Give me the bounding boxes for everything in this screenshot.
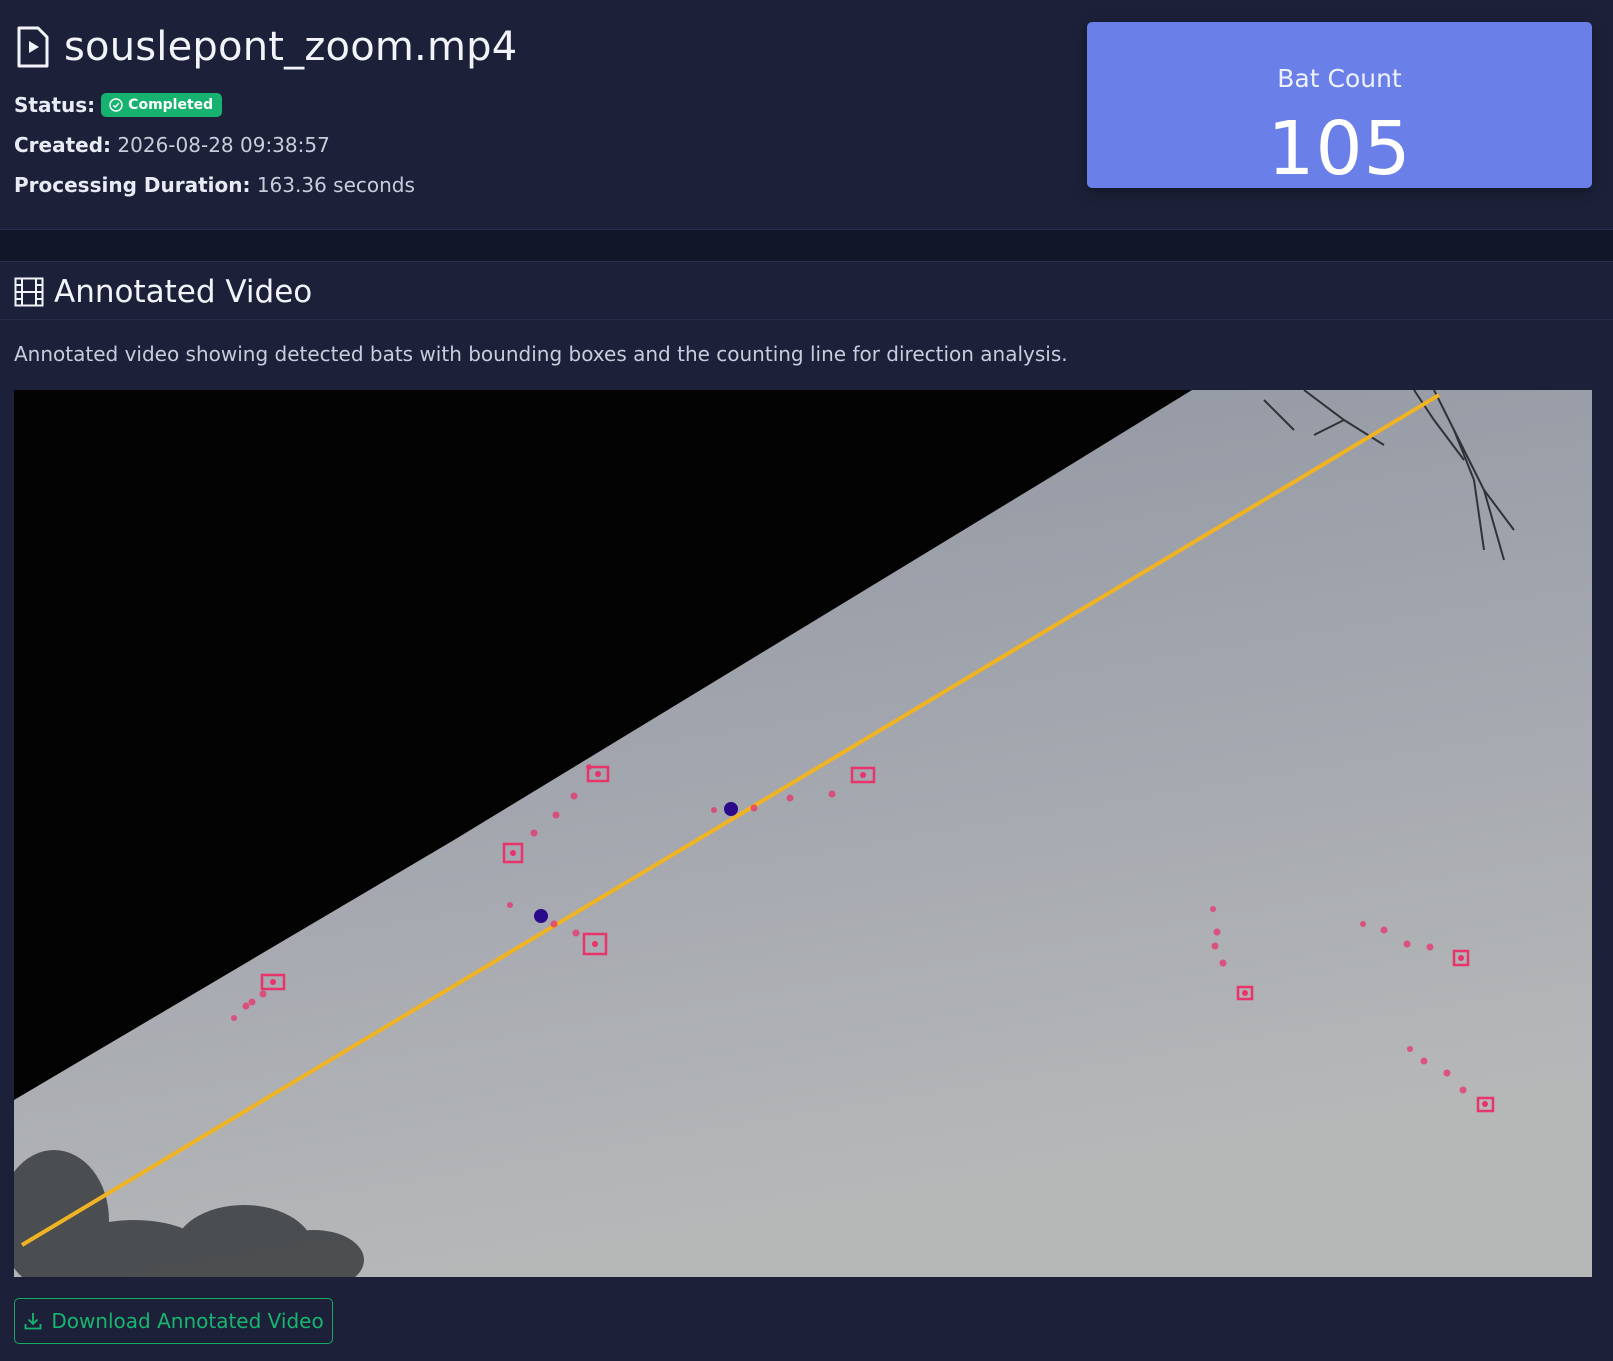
duration-row: Processing Duration: 163.36 seconds	[14, 173, 415, 197]
created-label: Created:	[14, 133, 112, 157]
bat-count-card: Bat Count 105	[1087, 22, 1592, 192]
annotated-video-player[interactable]	[14, 390, 1592, 1277]
file-video-icon	[17, 26, 49, 68]
video-frame-image	[14, 390, 1592, 1277]
page-title: souslepont_zoom.mp4	[64, 24, 518, 70]
download-button-label: Download Annotated Video	[51, 1309, 324, 1333]
job-summary-card: souslepont_zoom.mp4 Status: Completed Cr…	[0, 0, 1613, 230]
film-icon	[14, 277, 44, 307]
title-row: souslepont_zoom.mp4	[16, 24, 517, 70]
created-row: Created: 2026-08-28 09:38:57	[14, 133, 330, 157]
bat-count-label: Bat Count	[1277, 64, 1402, 93]
check-circle-icon	[109, 98, 123, 112]
status-label: Status:	[14, 93, 96, 117]
section-divider	[0, 319, 1613, 320]
status-row: Status: Completed	[14, 93, 223, 117]
created-value: 2026-08-28 09:38:57	[117, 133, 330, 157]
download-icon	[24, 1313, 42, 1330]
section-header: Annotated Video	[14, 274, 312, 310]
duration-label: Processing Duration:	[14, 173, 251, 197]
download-annotated-video-button[interactable]: Download Annotated Video	[14, 1298, 333, 1344]
status-value: Completed	[128, 97, 214, 113]
bat-count-value: 105	[1267, 106, 1412, 192]
annotated-video-card: Annotated Video Annotated video showing …	[0, 261, 1613, 1361]
video-description: Annotated video showing detected bats wi…	[14, 342, 1068, 366]
status-badge: Completed	[101, 93, 223, 117]
section-title: Annotated Video	[54, 274, 313, 310]
duration-value: 163.36 seconds	[256, 173, 415, 197]
